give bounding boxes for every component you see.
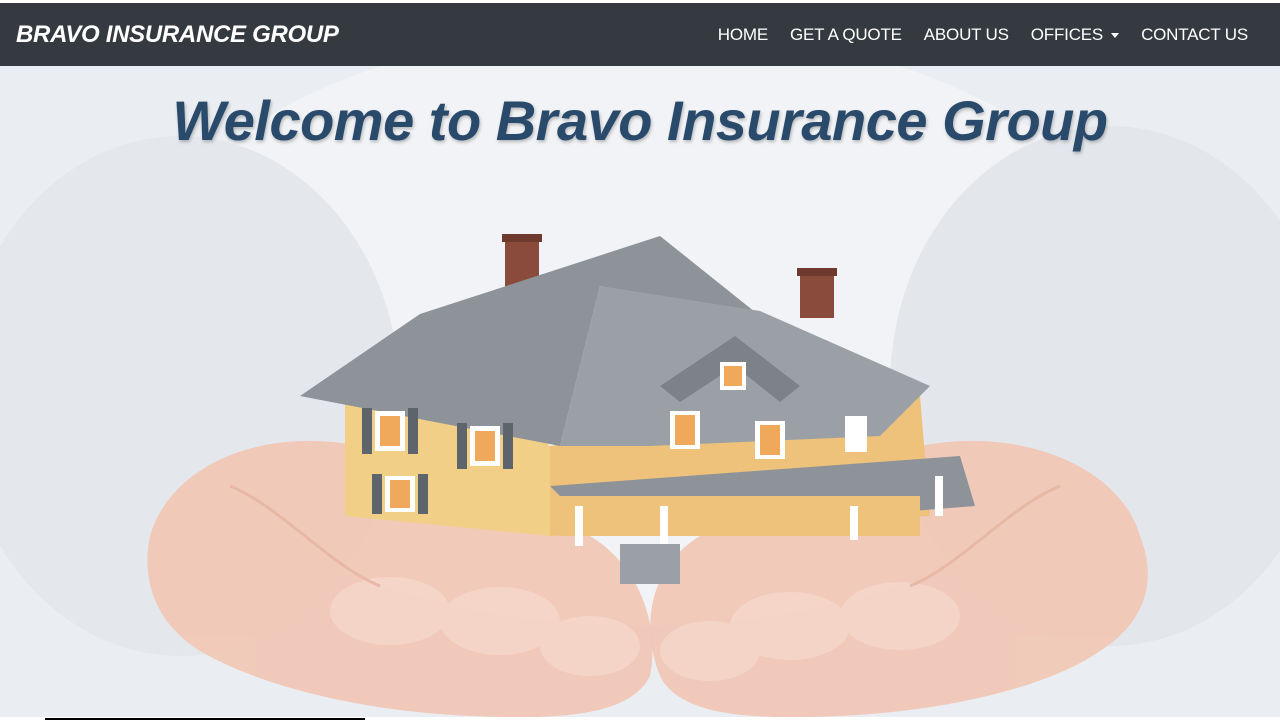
nav-item-contact-us[interactable]: CONTACT US [1141, 25, 1248, 45]
nav-item-label: HOME [717, 24, 768, 44]
nav-item-label: GET A QUOTE [789, 24, 902, 44]
caret-down-icon [1111, 32, 1120, 38]
nav-item-label: CONTACT US [1141, 24, 1248, 44]
top-navbar: BRAVO INSURANCE GROUP HOME GET A QUOTE A… [0, 3, 1280, 66]
main-nav: HOME GET A QUOTE ABOUT US OFFICES CONTAC… [696, 25, 1248, 45]
brand-logo-text[interactable]: BRAVO INSURANCE GROUP [16, 21, 339, 49]
nav-item-get-a-quote[interactable]: GET A QUOTE [790, 25, 902, 45]
nav-item-home[interactable]: HOME [718, 25, 768, 45]
hero-background-image [0, 66, 1280, 720]
nav-item-label: ABOUT US [923, 24, 1009, 44]
nav-item-label: OFFICES [1030, 24, 1104, 44]
nav-item-offices-dropdown[interactable]: OFFICES [1030, 24, 1120, 45]
welcome-heading: Welcome to Bravo Insurance Group [172, 89, 1108, 152]
hero-section: Welcome to Bravo Insurance Group [0, 66, 1280, 720]
nav-item-about-us[interactable]: ABOUT US [924, 25, 1009, 45]
